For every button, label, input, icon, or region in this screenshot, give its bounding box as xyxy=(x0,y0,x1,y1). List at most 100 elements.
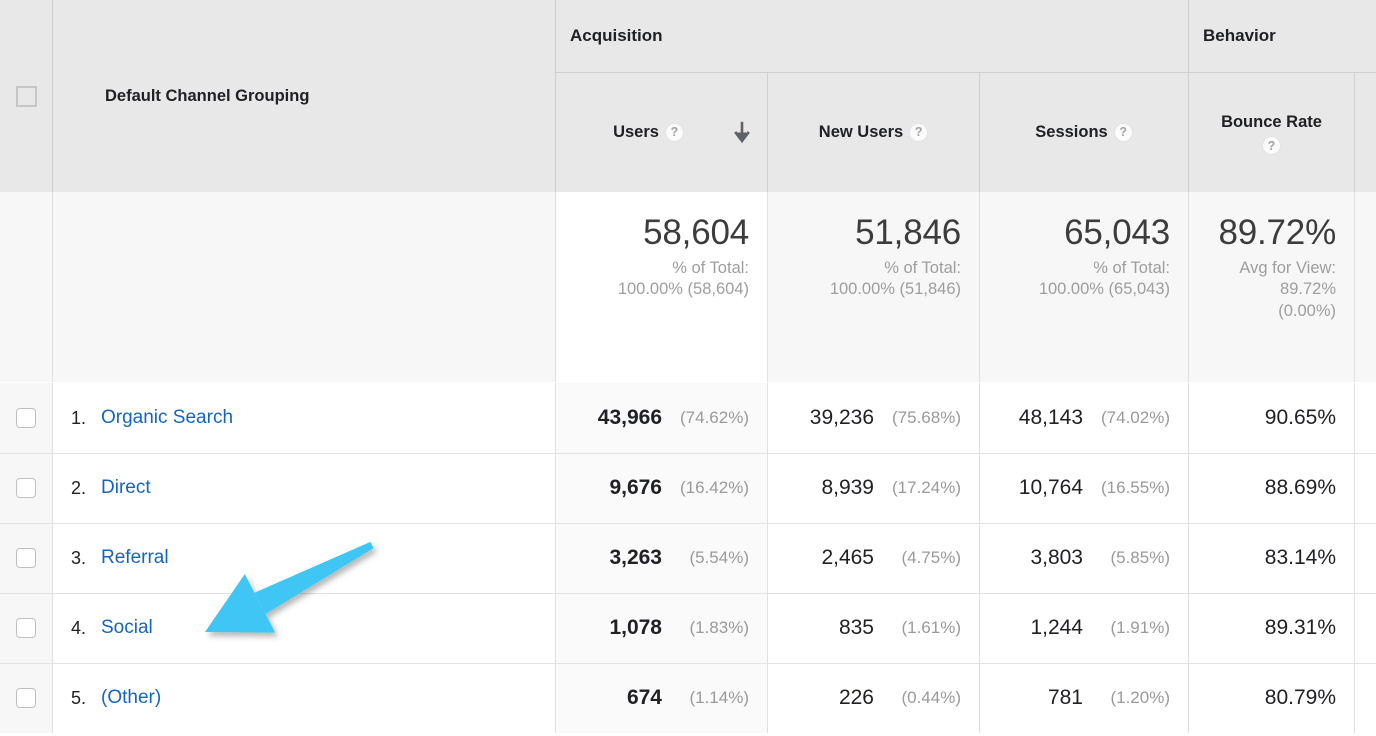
summary-users: 58,604 % of Total: 100.00% (58,604) xyxy=(555,192,767,382)
metric-header-row: Users ? New Users ? Sessions ? Bounce Ra… xyxy=(0,72,1376,192)
column-header-sessions-label: Sessions xyxy=(1035,123,1108,142)
cell-bounce-rate-value: 83.14% xyxy=(1264,546,1336,569)
summary-bounce-note-2: 89.72% xyxy=(1280,280,1336,299)
channel-link[interactable]: (Other) xyxy=(101,687,161,709)
cell-truncated xyxy=(1354,383,1376,453)
row-checkbox[interactable] xyxy=(0,523,52,593)
cell-sessions-percent: (1.91%) xyxy=(1110,618,1170,637)
column-header-bounce-rate[interactable]: Bounce Rate ? xyxy=(1188,72,1354,192)
row-divider xyxy=(0,663,1376,664)
channel-link[interactable]: Social xyxy=(101,617,153,639)
row-dimension-cell: 3. Referral xyxy=(52,523,555,593)
summary-sessions-value: 65,043 xyxy=(1064,213,1170,252)
cell-new-users: 226 (0.44%) xyxy=(767,663,979,733)
cell-users-percent: (1.14%) xyxy=(689,688,749,707)
row-index: 4. xyxy=(71,617,87,638)
group-label-acquisition: Acquisition xyxy=(570,26,663,45)
row-divider xyxy=(0,593,1376,594)
cell-users: 674 (1.14%) xyxy=(555,663,767,733)
cell-users-value: 3,263 xyxy=(609,546,662,569)
cell-new-users: 835 (1.61%) xyxy=(767,593,979,663)
group-label-behavior: Behavior xyxy=(1203,26,1276,45)
summary-new-users-note-1: % of Total: xyxy=(884,258,961,277)
help-icon-users[interactable]: ? xyxy=(664,123,684,142)
checkbox-box xyxy=(16,618,36,638)
row-dimension-cell: 2. Direct xyxy=(52,453,555,523)
column-header-new-users-label: New Users xyxy=(818,123,904,142)
help-icon-bounce-rate[interactable]: ? xyxy=(1261,136,1281,156)
cell-sessions-percent: (1.20%) xyxy=(1110,688,1170,707)
summary-checkbox-spacer xyxy=(0,192,52,382)
row-divider xyxy=(0,453,1376,454)
checkbox-box xyxy=(16,408,36,428)
help-icon-new-users[interactable]: ? xyxy=(909,123,929,142)
cell-users-percent: (1.83%) xyxy=(689,618,749,637)
cell-sessions-value: 48,143 xyxy=(1018,406,1083,429)
cell-new-users-percent: (4.75%) xyxy=(901,548,961,567)
column-header-new-users[interactable]: New Users ? xyxy=(767,72,979,192)
cell-new-users: 8,939 (17.24%) xyxy=(767,453,979,523)
cell-new-users-value: 39,236 xyxy=(809,406,874,429)
metric-group-row: Acquisition Behavior xyxy=(0,0,1376,72)
cell-sessions: 48,143 (74.02%) xyxy=(979,383,1188,453)
row-dimension-cell: 1. Organic Search xyxy=(52,383,555,453)
cell-bounce-rate: 90.65% xyxy=(1188,383,1354,453)
column-header-users[interactable]: Users ? xyxy=(555,72,767,192)
summary-bounce-note-3: (0.00%) xyxy=(1278,302,1336,321)
row-index: 3. xyxy=(71,547,87,568)
row-checkbox[interactable] xyxy=(0,663,52,733)
cell-sessions: 1,244 (1.91%) xyxy=(979,593,1188,663)
cell-new-users-percent: (1.61%) xyxy=(901,618,961,637)
checkbox-box xyxy=(16,548,36,568)
summary-users-note-2: 100.00% (58,604) xyxy=(617,280,749,299)
cell-users-value: 674 xyxy=(626,686,662,709)
cell-new-users-value: 8,939 xyxy=(821,476,874,499)
summary-bounce-rate: 89.72% Avg for View: 89.72% (0.00%) xyxy=(1188,192,1354,382)
cell-sessions: 781 (1.20%) xyxy=(979,663,1188,733)
column-header-truncated[interactable] xyxy=(1354,72,1376,192)
summary-truncated xyxy=(1354,192,1376,382)
cell-new-users-value: 835 xyxy=(838,616,874,639)
table-row: 1. Organic Search 43,966 (74.62%) 39,236 (75.… xyxy=(0,383,1376,453)
table-row: 3. Referral 3,263 (5.54%) 2,465 (4.75%) 3,803 (… xyxy=(0,523,1376,593)
summary-bounce-note-1: Avg for View: xyxy=(1239,258,1336,277)
cell-bounce-rate-value: 80.79% xyxy=(1264,686,1336,709)
summary-new-users-value: 51,846 xyxy=(855,213,961,252)
cell-sessions-percent: (74.02%) xyxy=(1101,408,1170,427)
cell-users-value: 1,078 xyxy=(609,616,662,639)
channel-link[interactable]: Organic Search xyxy=(101,407,233,429)
row-checkbox[interactable] xyxy=(0,453,52,523)
cell-users-value: 43,966 xyxy=(597,406,662,429)
cell-users: 9,676 (16.42%) xyxy=(555,453,767,523)
row-index: 2. xyxy=(71,477,87,498)
row-checkbox[interactable] xyxy=(0,383,52,453)
summary-sessions-note-1: % of Total: xyxy=(1093,258,1170,277)
cell-sessions-value: 781 xyxy=(1047,686,1083,709)
row-divider xyxy=(0,523,1376,524)
cell-bounce-rate-value: 89.31% xyxy=(1264,616,1336,639)
cell-bounce-rate-value: 88.69% xyxy=(1264,476,1336,499)
row-checkbox[interactable] xyxy=(0,593,52,663)
column-header-sessions[interactable]: Sessions ? xyxy=(979,72,1188,192)
cell-new-users-percent: (75.68%) xyxy=(892,408,961,427)
sort-descending-icon[interactable] xyxy=(733,121,751,145)
cell-new-users-value: 2,465 xyxy=(821,546,874,569)
channel-link[interactable]: Direct xyxy=(101,477,151,499)
cell-users: 3,263 (5.54%) xyxy=(555,523,767,593)
summary-row: 58,604 % of Total: 100.00% (58,604) 51,8… xyxy=(0,192,1376,382)
cell-bounce-rate: 89.31% xyxy=(1188,593,1354,663)
cell-truncated xyxy=(1354,523,1376,593)
cell-users-percent: (16.42%) xyxy=(680,478,749,497)
row-index: 5. xyxy=(71,687,87,708)
summary-bounce-rate-value: 89.72% xyxy=(1218,213,1336,252)
cell-users-value: 9,676 xyxy=(609,476,662,499)
row-index: 1. xyxy=(71,407,87,428)
summary-users-note-1: % of Total: xyxy=(672,258,749,277)
channel-link[interactable]: Referral xyxy=(101,547,169,569)
summary-users-value: 58,604 xyxy=(643,213,749,252)
cell-users-percent: (5.54%) xyxy=(689,548,749,567)
help-icon-sessions[interactable]: ? xyxy=(1113,123,1133,142)
summary-sessions-note-2: 100.00% (65,043) xyxy=(1038,280,1170,299)
cell-bounce-rate: 83.14% xyxy=(1188,523,1354,593)
table-row: 4. Social 1,078 (1.83%) 835 (1.61%) 1,244 (1.91… xyxy=(0,593,1376,663)
